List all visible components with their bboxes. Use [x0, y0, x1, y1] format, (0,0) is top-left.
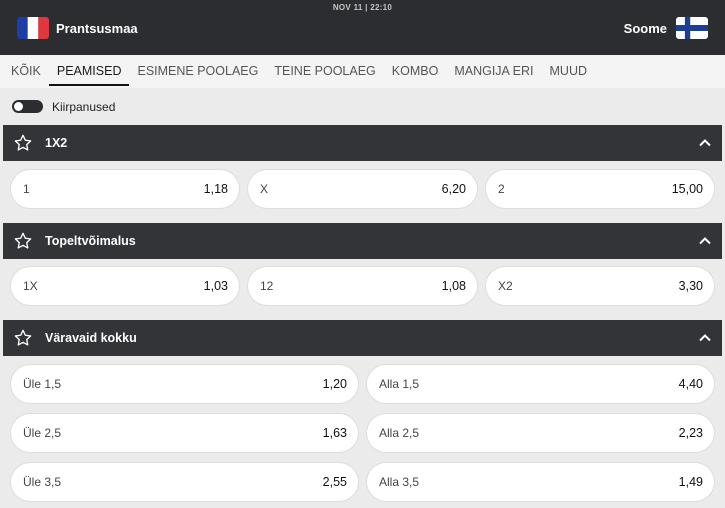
odds-label: 12 [260, 279, 274, 293]
tab-kombo[interactable]: KOMBO [384, 55, 447, 88]
home-team: Prantsusmaa [17, 17, 138, 39]
odds-button[interactable]: Üle 2,5 1,63 [11, 414, 358, 452]
odds-button[interactable]: Üle 1,5 1,20 [11, 365, 358, 403]
odds-value: 1,18 [203, 182, 228, 196]
odds-button[interactable]: X2 3,30 [486, 267, 714, 305]
odds-label: X [260, 182, 269, 196]
away-team-name: Soome [623, 20, 667, 36]
odds-label: 2 [498, 182, 505, 196]
odds-value: 6,20 [441, 182, 466, 196]
tab-esimene-poolaeg[interactable]: ESIMENE POOLAEG [129, 55, 266, 88]
odds-value: 1,49 [678, 475, 703, 489]
odds-value: 15,00 [671, 182, 703, 196]
tab-muud[interactable]: MUUD [542, 55, 596, 88]
match-header: NOV 11 | 22:10 Prantsusmaa Soome [0, 0, 725, 55]
odds-value: 4,40 [678, 377, 703, 391]
section-header-topeltvoimalus[interactable]: Topeltvõimalus [3, 223, 722, 259]
away-team: Soome [624, 17, 708, 39]
odds-button[interactable]: Üle 3,5 2,55 [11, 463, 358, 501]
odds-value: 2,23 [678, 426, 703, 440]
odds-label: X2 [498, 279, 513, 293]
odds-value: 3,30 [678, 279, 703, 293]
odds-button[interactable]: Alla 2,5 2,23 [367, 414, 714, 452]
star-icon[interactable] [13, 133, 33, 153]
odds-button[interactable]: Alla 1,5 4,40 [367, 365, 714, 403]
odds-label: Üle 2,5 [23, 426, 62, 440]
chevron-up-icon[interactable] [698, 234, 712, 248]
odds-value: 1,08 [441, 279, 466, 293]
odds-value: 1,20 [322, 377, 347, 391]
finland-flag-icon [676, 17, 708, 39]
quick-bet-toggle[interactable] [12, 100, 43, 113]
odds-value: 2,55 [322, 475, 347, 489]
section-header-varavaid-kokku[interactable]: Väravaid kokku [3, 320, 722, 356]
odds-button[interactable]: 12 1,08 [248, 267, 477, 305]
tab-koik[interactable]: KÕIK [3, 55, 49, 88]
home-team-name: Prantsusmaa [56, 20, 138, 36]
odds-button[interactable]: 1X 1,03 [11, 267, 239, 305]
star-icon[interactable] [13, 328, 33, 348]
odds-value: 1,03 [203, 279, 228, 293]
odds-label: Alla 1,5 [379, 377, 420, 391]
odds-label: Alla 2,5 [379, 426, 420, 440]
odds-value: 1,63 [322, 426, 347, 440]
tab-peamised[interactable]: PEAMISED [48, 55, 130, 88]
chevron-up-icon[interactable] [698, 136, 712, 150]
chevron-up-icon[interactable] [698, 331, 712, 345]
tab-mangija-eri[interactable]: MANGIJA ERI [446, 55, 541, 88]
odds-button[interactable]: X 6,20 [248, 170, 477, 208]
odds-label: 1 [23, 182, 30, 196]
odds-label: Üle 3,5 [23, 475, 62, 489]
tab-teine-poolaeg[interactable]: TEINE POOLAEG [266, 55, 383, 88]
odds-button[interactable]: 1 1,18 [11, 170, 239, 208]
section-title: Topeltvõimalus [45, 234, 136, 248]
odds-button[interactable]: 2 15,00 [486, 170, 714, 208]
toggle-knob [14, 102, 23, 111]
section-title: Väravaid kokku [45, 331, 137, 345]
quick-bet-label: Kiirpanused [52, 99, 116, 114]
quick-bet-row: Kiirpanused [0, 88, 725, 125]
match-datetime: NOV 11 | 22:10 [332, 3, 393, 12]
odds-label: 1X [23, 279, 38, 293]
market-tabs: KÕIK PEAMISED ESIMENE POOLAEG TEINE POOL… [0, 55, 725, 88]
section-header-1x2[interactable]: 1X2 [3, 125, 722, 161]
odds-label: Üle 1,5 [23, 377, 62, 391]
odds-label: Alla 3,5 [379, 475, 420, 489]
star-icon[interactable] [13, 231, 33, 251]
section-title: 1X2 [45, 136, 68, 150]
odds-button[interactable]: Alla 3,5 1,49 [367, 463, 714, 501]
france-flag-icon [17, 17, 49, 39]
